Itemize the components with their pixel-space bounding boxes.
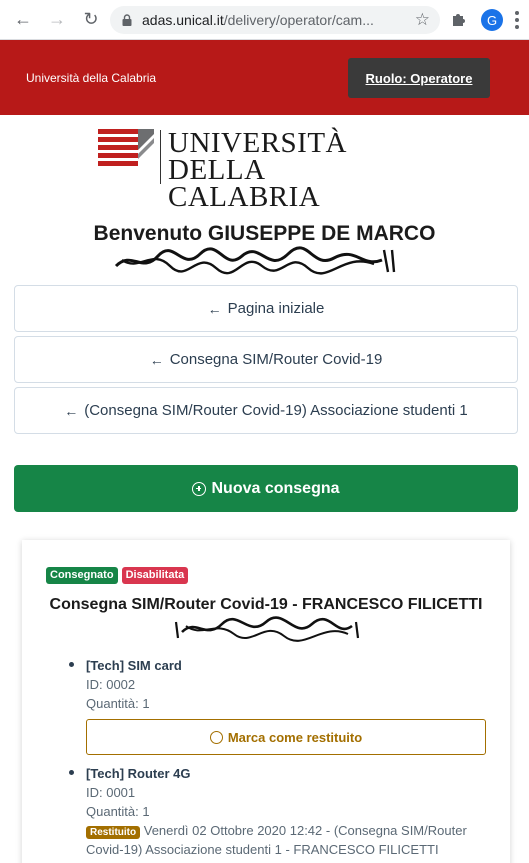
disabled-badge: Disabilitata xyxy=(121,567,189,584)
university-label: Università della Calabria xyxy=(26,71,157,85)
unical-logo-mark-icon xyxy=(98,129,154,166)
mark-returned-button[interactable]: Marca come restituito xyxy=(86,719,486,755)
item-name: [Tech] SIM card xyxy=(86,658,182,673)
profile-avatar[interactable]: G xyxy=(481,9,503,31)
item-id: ID: 0002 xyxy=(86,677,136,692)
item-quantity: Quantità: 1 xyxy=(86,696,150,711)
returned-text: Venerdì 02 Ottobre 2020 12:42 - (Consegn… xyxy=(86,823,467,857)
item-quantity: Quantità: 1 xyxy=(86,804,150,819)
kebab-menu-icon[interactable] xyxy=(515,11,519,29)
list-item: [Tech] Router 4G ID: 0001 Quantità: 1 Re… xyxy=(69,764,496,859)
item-id: ID: 0001 xyxy=(86,785,136,800)
browser-toolbar: ← → ↻ adas.unical.it/delivery/operator/c… xyxy=(0,0,529,40)
left-arrow-icon: ← xyxy=(149,351,164,368)
redaction-scribble xyxy=(114,246,396,275)
returned-info: Restituito Venerdì 02 Ottobre 2020 12:42… xyxy=(86,821,486,859)
logo-wordmark: UNIVERSITÀ DELLA CALABRIA xyxy=(168,127,347,213)
lock-icon xyxy=(122,14,132,26)
university-logo: UNIVERSITÀ DELLA CALABRIA xyxy=(98,128,398,212)
site-header: Università della Calabria Ruolo: Operato… xyxy=(0,40,529,115)
extensions-puzzle-icon[interactable] xyxy=(450,10,468,28)
forward-arrow-icon[interactable]: → xyxy=(46,9,68,31)
campaign-link[interactable]: ← Consegna SIM/Router Covid-19 xyxy=(14,336,518,383)
url-text: adas.unical.it/delivery/operator/cam... xyxy=(142,12,374,28)
address-bar[interactable]: adas.unical.it/delivery/operator/cam... … xyxy=(110,6,440,34)
bookmark-star-icon[interactable]: ☆ xyxy=(415,10,430,30)
delivery-title: Consegna SIM/Router Covid-19 - FRANCESCO… xyxy=(49,596,483,613)
plus-circle-icon xyxy=(192,481,207,496)
structure-link[interactable]: ← (Consegna SIM/Router Covid-19) Associa… xyxy=(14,387,518,434)
returned-badge: Restituito xyxy=(86,826,141,839)
delivery-card: Consegnato Disabilitata Consegna SIM/Rou… xyxy=(22,540,510,863)
redaction-scribble xyxy=(174,616,360,642)
return-cycle-icon xyxy=(209,730,223,744)
left-arrow-icon: ← xyxy=(64,402,79,419)
logo-divider xyxy=(160,130,161,184)
back-arrow-icon[interactable]: ← xyxy=(12,9,34,31)
reload-icon[interactable]: ↻ xyxy=(80,9,102,31)
welcome-heading: Benvenuto GIUSEPPE DE MARCO xyxy=(93,222,436,245)
item-name: [Tech] Router 4G xyxy=(86,766,191,781)
list-item: [Tech] SIM card ID: 0002 Quantità: 1 Mar… xyxy=(69,656,496,755)
home-link[interactable]: ← Pagina iniziale xyxy=(14,285,518,332)
new-delivery-button[interactable]: Nuova consegna xyxy=(14,465,518,512)
role-button[interactable]: Ruolo: Operatore xyxy=(348,58,490,98)
left-arrow-icon: ← xyxy=(207,300,222,317)
status-badge: Consegnato xyxy=(46,567,118,584)
